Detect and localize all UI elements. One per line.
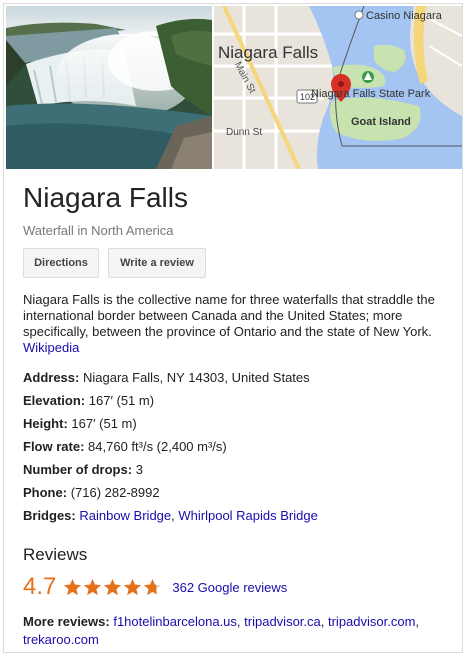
more-review-link-tripadvisor-ca[interactable]: tripadvisor.ca	[244, 614, 321, 629]
place-subtitle: Waterfall in North America	[23, 223, 174, 238]
fact-value: 84,760 ft³/s (2,400 m³/s)	[88, 439, 227, 454]
fact-value: Niagara Falls, NY 14303, United States	[82, 370, 310, 385]
fact-flow-rate: Flow rate: 84,760 ft³/s (2,400 m³/s)	[23, 439, 453, 462]
star-icon	[124, 578, 142, 595]
map-label-dunn-st: Dunn St	[226, 127, 262, 138]
reviews-heading: Reviews	[23, 545, 88, 564]
more-review-link-trekaroo[interactable]: trekaroo.com	[23, 632, 99, 647]
fact-label: Phone:	[23, 485, 68, 500]
waterfall-photo[interactable]	[6, 6, 212, 169]
fact-value: 167′ (51 m)	[71, 416, 137, 431]
map-label-casino: Casino Niagara	[366, 10, 443, 22]
rating-number: 4.7	[23, 573, 57, 600]
more-reviews: More reviews: f1hotelinbarcelona.us, tri…	[23, 614, 420, 647]
rainbow-bridge-link[interactable]: Rainbow Bridge	[79, 508, 171, 523]
star-icon	[84, 578, 102, 595]
fact-value: (716) 282-8992	[70, 485, 160, 500]
fact-value: 3	[135, 462, 143, 477]
star-rating	[63, 578, 163, 597]
fact-label: Elevation:	[23, 393, 86, 408]
fact-value: 167′ (51 m)	[88, 393, 155, 408]
fact-label: Height:	[23, 416, 68, 431]
fact-bridges: Bridges: Rainbow Bridge, Whirlpool Rapid…	[23, 508, 453, 531]
more-review-link-f1hotelinbarcelona[interactable]: f1hotelinbarcelona.us	[113, 614, 237, 629]
fact-label: Address:	[23, 370, 80, 385]
location-map[interactable]: Niagara Falls Casino Niagara Main St 102…	[214, 6, 462, 169]
whirlpool-rapids-bridge-link[interactable]: Whirlpool Rapids Bridge	[178, 508, 317, 523]
knowledge-panel: Niagara Falls Casino Niagara Main St 102…	[3, 3, 463, 653]
more-review-link-tripadvisor-com[interactable]: tripadvisor.com	[328, 614, 415, 629]
hero-images: Niagara Falls Casino Niagara Main St 102…	[6, 6, 462, 169]
fact-height: Height: 167′ (51 m)	[23, 416, 453, 439]
map-label-city: Niagara Falls	[218, 43, 318, 62]
description-text: Niagara Falls is the collective name for…	[23, 292, 435, 339]
wikipedia-link[interactable]: Wikipedia	[23, 340, 451, 356]
star-icon	[144, 578, 162, 595]
google-reviews-link[interactable]: 362 Google reviews	[172, 580, 287, 595]
fact-number-of-drops: Number of drops: 3	[23, 462, 453, 485]
place-title: Niagara Falls	[23, 182, 188, 213]
more-reviews-label: More reviews:	[23, 614, 110, 629]
description: Niagara Falls is the collective name for…	[23, 292, 451, 356]
directions-button[interactable]: Directions	[23, 248, 99, 278]
fact-phone: Phone: (716) 282-8992	[23, 485, 453, 508]
map-label-park: Niagara Falls State Park	[311, 88, 431, 100]
write-review-button[interactable]: Write a review	[108, 248, 206, 278]
map-canvas: Niagara Falls Casino Niagara Main St 102…	[214, 6, 462, 169]
fact-address: Address: Niagara Falls, NY 14303, United…	[23, 370, 453, 393]
rating-row: 4.7 362 Google reviews	[23, 572, 287, 602]
map-label-island: Goat Island	[351, 116, 411, 128]
fact-elevation: Elevation: 167′ (51 m)	[23, 393, 453, 416]
waterfall-photo-image	[6, 6, 212, 169]
fact-label: Number of drops:	[23, 462, 133, 477]
fact-label: Bridges:	[23, 508, 76, 523]
facts-list: Address: Niagara Falls, NY 14303, United…	[23, 370, 453, 531]
fact-label: Flow rate:	[23, 439, 85, 454]
star-icon	[104, 578, 122, 595]
star-icon	[64, 578, 82, 595]
